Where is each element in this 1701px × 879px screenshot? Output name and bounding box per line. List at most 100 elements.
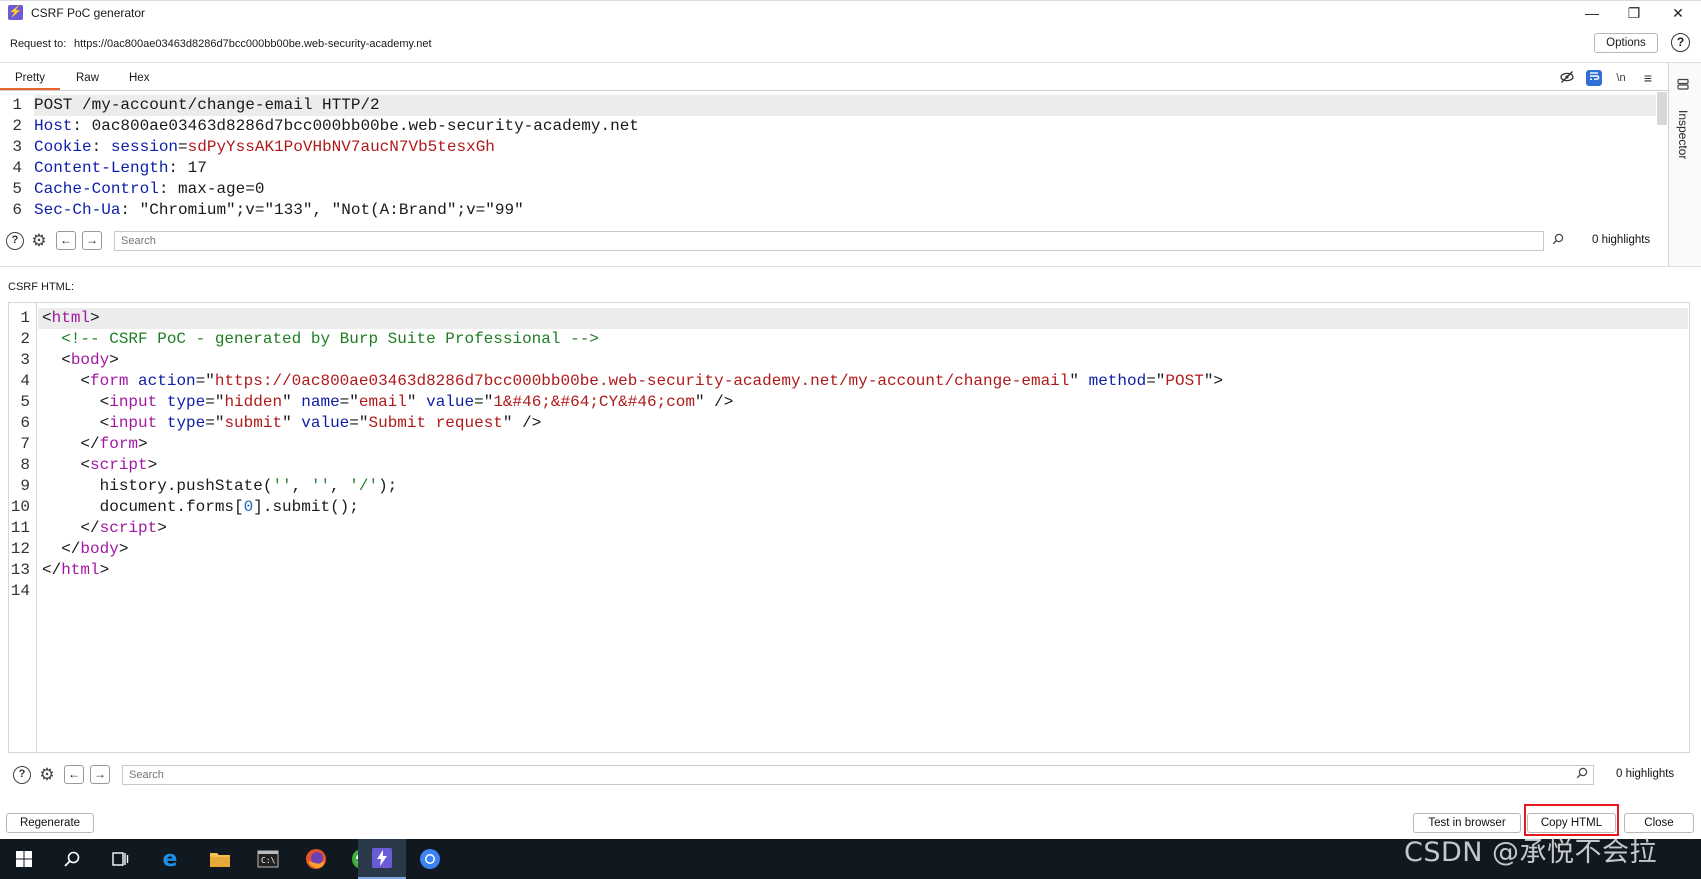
line-number: 4: [20, 372, 30, 390]
code-token: >: [147, 456, 158, 474]
code-token: script: [99, 519, 158, 537]
inspector-icon: [1677, 78, 1689, 93]
code-token: '': [310, 477, 331, 495]
code-token: : 17: [168, 159, 207, 177]
code-line: document.forms[0].submit();: [42, 497, 359, 518]
regenerate-button[interactable]: Regenerate: [6, 813, 94, 833]
code-token: submit: [224, 414, 283, 432]
code-token: Host: [34, 117, 73, 135]
firefox-icon[interactable]: [292, 839, 340, 879]
line-number: 2: [12, 117, 22, 135]
search-settings-gear-icon[interactable]: ⚙: [38, 766, 56, 784]
options-button[interactable]: Options: [1594, 33, 1658, 53]
code-token: session: [110, 138, 179, 156]
code-token: body: [70, 351, 110, 369]
wrap-lines-icon[interactable]: [1586, 70, 1602, 86]
terminal-icon[interactable]: C:\: [244, 839, 292, 879]
search-next-arrow-icon[interactable]: →: [82, 231, 102, 250]
line-number: 2: [20, 330, 30, 348]
tab-hex[interactable]: Hex: [129, 72, 149, 84]
search-next-arrow-icon[interactable]: →: [90, 765, 110, 784]
search-input-request[interactable]: [114, 231, 1544, 251]
search-input-html[interactable]: [122, 765, 1594, 785]
file-explorer-icon[interactable]: [196, 839, 244, 879]
show-newlines-icon[interactable]: \n: [1613, 70, 1629, 86]
request-target-bar: Request to: https://0ac800ae03463d8286d7…: [0, 30, 1701, 60]
line-number: 4: [12, 159, 22, 177]
line-number: 12: [10, 540, 30, 558]
line-number: 10: [10, 498, 30, 516]
request-to-label: Request to:: [10, 38, 67, 50]
edge-icon[interactable]: e: [146, 839, 194, 879]
code-token: >: [90, 309, 100, 327]
inspector-panel[interactable]: [1668, 63, 1701, 266]
code-token: <: [42, 456, 91, 474]
code-token: ": [282, 393, 302, 411]
search-help-icon[interactable]: ?: [13, 766, 31, 784]
code-token: Content-Length: [34, 159, 169, 177]
minimize-button[interactable]: —: [1575, 3, 1609, 23]
code-line: <input type="hidden" name="email" value=…: [42, 392, 734, 413]
code-line: <script>: [42, 455, 157, 476]
tab-pretty[interactable]: Pretty: [15, 72, 45, 84]
code-token: =": [339, 393, 359, 411]
code-token: POST /my-account/change-email HTTP/2: [34, 96, 380, 114]
hide-nonprintable-icon[interactable]: [1559, 70, 1575, 86]
close-window-button[interactable]: ✕: [1661, 3, 1695, 23]
search-settings-gear-icon[interactable]: ⚙: [30, 232, 48, 250]
search-icon[interactable]: [48, 839, 96, 879]
code-token: </: [42, 435, 100, 453]
restore-button[interactable]: ❐: [1617, 3, 1651, 23]
code-token: >: [118, 540, 129, 558]
code-token: ">: [1203, 372, 1224, 390]
code-line: POST /my-account/change-email HTTP/2: [34, 95, 380, 116]
code-token: input: [109, 393, 158, 411]
line-number: 9: [20, 477, 30, 495]
code-token: script: [90, 456, 148, 474]
code-token: document.forms[: [42, 498, 244, 516]
search-previous-arrow-icon[interactable]: ←: [64, 765, 84, 784]
tabs-border: [0, 90, 1668, 91]
line-number: 5: [20, 393, 30, 411]
search-previous-arrow-icon[interactable]: ←: [56, 231, 76, 250]
windows-start-icon[interactable]: [0, 839, 48, 879]
code-token: html: [61, 561, 100, 579]
search-help-icon[interactable]: ?: [6, 232, 24, 250]
inspector-tab-label[interactable]: Inspector: [1676, 110, 1690, 159]
code-token: =": [195, 372, 215, 390]
csrf-html-editor[interactable]: [8, 302, 1690, 753]
line-number: 1: [12, 96, 22, 114]
code-token: history.pushState(: [42, 477, 273, 495]
code-token: value: [301, 414, 350, 432]
chrome-icon[interactable]: [406, 839, 454, 879]
highlights-count: 0 highlights: [1592, 234, 1651, 246]
vertical-scrollbar[interactable]: [1657, 92, 1667, 125]
current-line-highlight: [38, 308, 1688, 329]
code-line: history.pushState('', '', '/');: [42, 476, 398, 497]
code-line: <form action="https://0ac800ae03463d8286…: [42, 371, 1223, 392]
task-view-icon[interactable]: [96, 839, 144, 879]
divider: [0, 62, 1701, 63]
code-line: <html>: [42, 308, 100, 329]
code-token: body: [80, 540, 119, 558]
code-token: </: [42, 519, 100, 537]
code-line: </html>: [42, 560, 109, 581]
window-title: CSRF PoC generator: [31, 6, 146, 20]
code-token: input: [109, 414, 158, 432]
tab-raw[interactable]: Raw: [76, 72, 99, 84]
menu-icon[interactable]: ≡: [1640, 70, 1656, 86]
line-number: 14: [10, 582, 30, 600]
code-token: =: [178, 138, 188, 156]
code-line: <body>: [42, 350, 119, 371]
code-token: form: [99, 435, 139, 453]
burp-suite-icon[interactable]: [358, 839, 406, 879]
code-token: 1&#46;&#64;CY&#46;com: [493, 393, 695, 411]
help-icon[interactable]: ?: [1671, 33, 1690, 52]
code-line: Content-Length: 17: [34, 158, 207, 179]
code-token: =": [205, 393, 225, 411]
code-token: =": [474, 393, 494, 411]
code-token: '': [272, 477, 292, 495]
burp-app-icon: ⚡: [8, 5, 23, 20]
